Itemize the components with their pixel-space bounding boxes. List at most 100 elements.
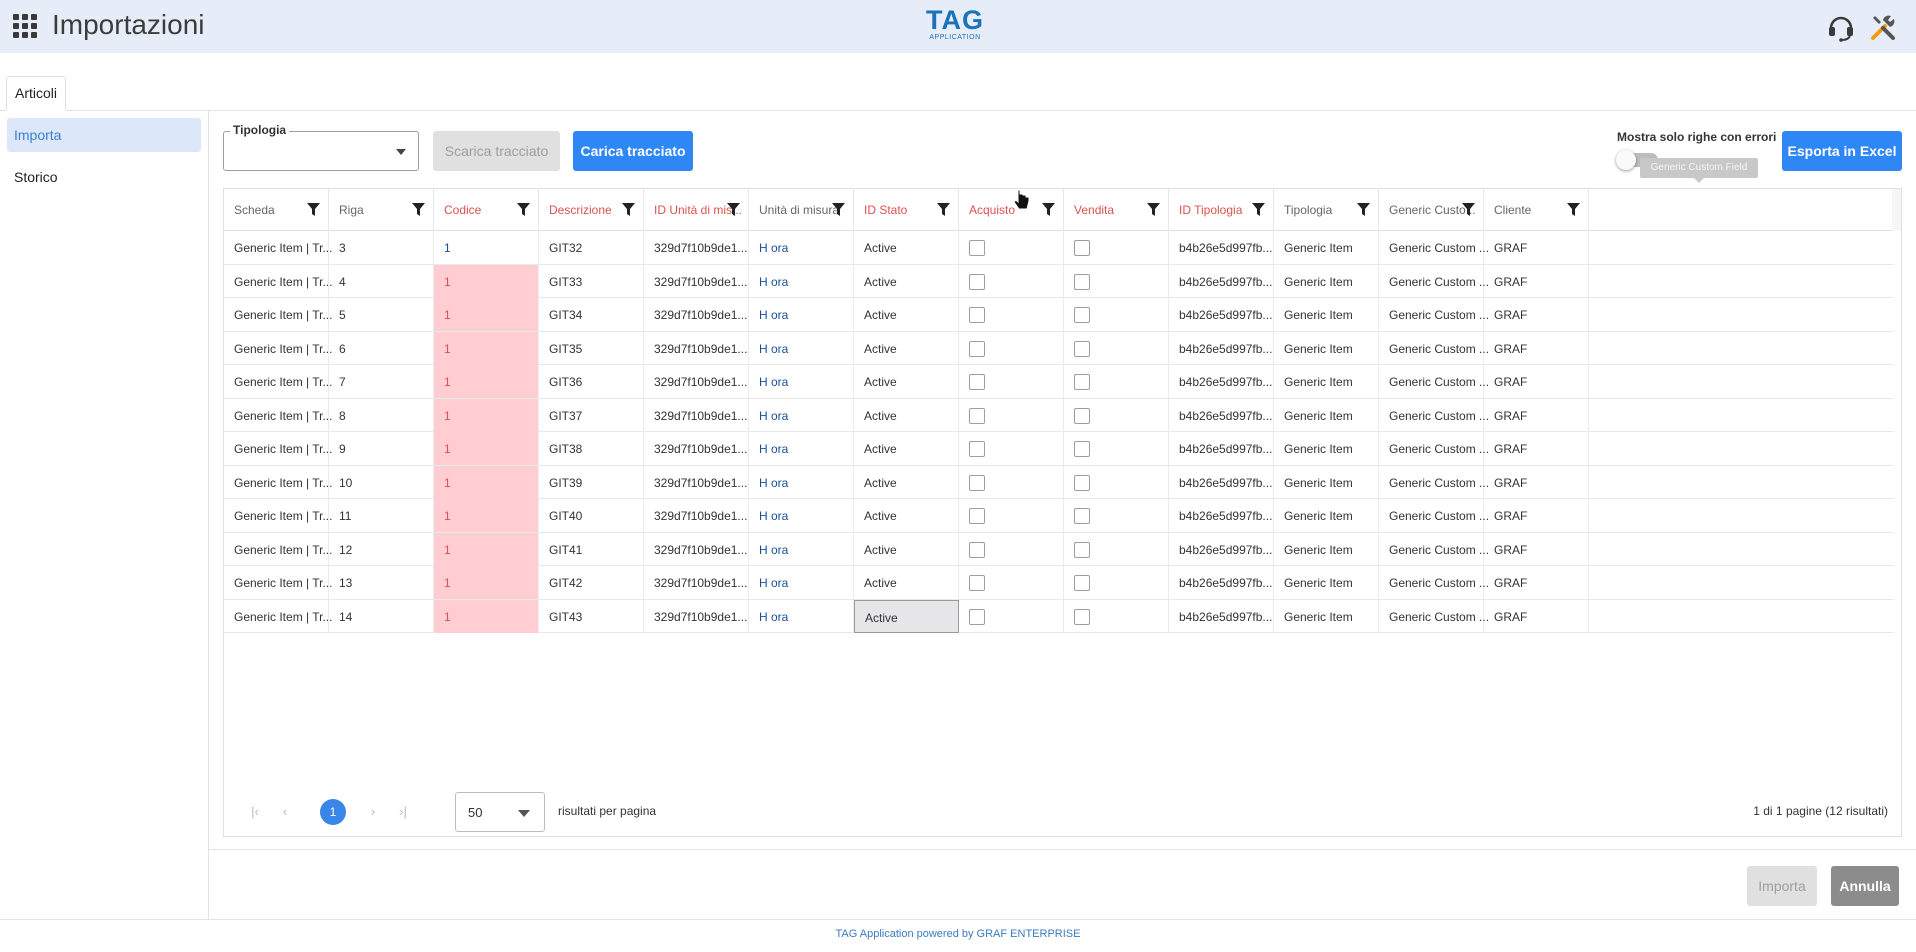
cell-descrizione[interactable]: GIT43 bbox=[539, 599, 644, 633]
cell-tipologia[interactable]: Generic Item bbox=[1274, 599, 1379, 633]
vendita-checkbox[interactable] bbox=[1074, 407, 1090, 424]
cell-codice[interactable]: 1 bbox=[434, 298, 539, 331]
cell-stato[interactable]: Active bbox=[854, 398, 959, 432]
cell-riga[interactable]: 12 bbox=[329, 532, 434, 566]
first-page-icon[interactable]: |‹ bbox=[245, 802, 265, 822]
column-header-descrizione[interactable]: Descrizione bbox=[539, 189, 644, 231]
filter-icon[interactable] bbox=[1147, 203, 1160, 217]
vendita-checkbox[interactable] bbox=[1074, 575, 1090, 591]
cell-vendita[interactable] bbox=[1064, 499, 1169, 532]
cell-id-tipologia[interactable]: b4b26e5d997fb... bbox=[1169, 231, 1274, 264]
cell-id-tipologia[interactable]: b4b26e5d997fb... bbox=[1169, 499, 1274, 532]
cell-generic-custom[interactable]: Generic Custom ... bbox=[1379, 432, 1489, 465]
cell-unita-misura[interactable]: H ora bbox=[749, 365, 854, 398]
cell-vendita[interactable] bbox=[1064, 264, 1169, 298]
vendita-checkbox[interactable] bbox=[1074, 307, 1090, 323]
filter-icon[interactable] bbox=[832, 203, 845, 217]
cell-descrizione[interactable]: GIT35 bbox=[539, 331, 644, 365]
acquisto-checkbox[interactable] bbox=[969, 340, 985, 357]
sidebar-item-storico[interactable]: Storico bbox=[7, 160, 201, 194]
cell-id-tipologia[interactable]: b4b26e5d997fb... bbox=[1169, 264, 1274, 298]
tools-icon[interactable] bbox=[1869, 12, 1899, 42]
cell-id-unita-misura[interactable]: 329d7f10b9de1... bbox=[644, 398, 749, 432]
cell-cliente[interactable]: GRAF bbox=[1484, 231, 1589, 264]
sidebar-item-importa[interactable]: Importa bbox=[7, 118, 201, 152]
cell-generic-custom[interactable]: Generic Custom ... bbox=[1379, 499, 1489, 532]
cell-unita-misura[interactable]: H ora bbox=[749, 231, 854, 264]
cell-vendita[interactable] bbox=[1064, 298, 1169, 331]
cell-scheda[interactable]: Generic Item | Tr... bbox=[224, 432, 332, 465]
tipologia-select[interactable]: Tipologia bbox=[223, 123, 419, 171]
cell-riga[interactable]: 9 bbox=[329, 432, 434, 465]
cell-cliente[interactable]: GRAF bbox=[1484, 432, 1589, 465]
cell-acquisto[interactable] bbox=[959, 298, 1064, 331]
cell-codice[interactable]: 1 bbox=[434, 432, 539, 465]
table-row[interactable]: Generic Item | Tr... 9 1 GIT38 329d7f10b9de1… bbox=[224, 432, 1894, 466]
cell-stato[interactable]: Active bbox=[854, 566, 959, 599]
cell-stato[interactable]: Active bbox=[854, 499, 959, 532]
cell-unita-misura[interactable]: H ora bbox=[749, 331, 854, 365]
cell-tipologia[interactable]: Generic Item bbox=[1274, 499, 1379, 532]
cell-descrizione[interactable]: GIT37 bbox=[539, 398, 644, 432]
cell-riga[interactable]: 11 bbox=[329, 499, 434, 532]
cell-scheda[interactable]: Generic Item | Tr... bbox=[224, 465, 332, 499]
cell-codice[interactable]: 1 bbox=[434, 532, 539, 566]
table-row[interactable]: Generic Item | Tr... 13 1 GIT42 329d7f10b9de… bbox=[224, 566, 1894, 600]
cell-acquisto[interactable] bbox=[959, 231, 1064, 264]
cell-vendita[interactable] bbox=[1064, 331, 1169, 365]
cell-generic-custom[interactable]: Generic Custom ... bbox=[1379, 532, 1489, 566]
cell-vendita[interactable] bbox=[1064, 365, 1169, 398]
cell-stato[interactable]: Active bbox=[854, 599, 959, 633]
cell-generic-custom[interactable]: Generic Custom ... bbox=[1379, 365, 1489, 398]
cell-vendita[interactable] bbox=[1064, 566, 1169, 599]
column-header-generic-custom[interactable]: Generic Custo... bbox=[1379, 189, 1484, 231]
cell-id-unita-misura[interactable]: 329d7f10b9de1... bbox=[644, 499, 749, 532]
cell-stato[interactable]: Active bbox=[854, 231, 959, 264]
acquisto-checkbox[interactable] bbox=[969, 508, 985, 524]
cell-vendita[interactable] bbox=[1064, 532, 1169, 566]
cell-id-tipologia[interactable]: b4b26e5d997fb... bbox=[1169, 532, 1274, 566]
cell-descrizione[interactable]: GIT38 bbox=[539, 432, 644, 465]
cell-unita-misura[interactable]: H ora bbox=[749, 566, 854, 599]
cell-unita-misura[interactable]: H ora bbox=[749, 432, 854, 465]
cell-riga[interactable]: 8 bbox=[329, 398, 434, 432]
filter-icon[interactable] bbox=[517, 203, 530, 217]
acquisto-checkbox[interactable] bbox=[969, 240, 985, 256]
acquisto-checkbox[interactable] bbox=[969, 374, 985, 390]
cell-descrizione[interactable]: GIT34 bbox=[539, 298, 644, 331]
upload-template-button[interactable]: Carica tracciato bbox=[573, 131, 693, 171]
vendita-checkbox[interactable] bbox=[1074, 474, 1090, 491]
cell-acquisto[interactable] bbox=[959, 365, 1064, 398]
cell-unita-misura[interactable]: H ora bbox=[749, 599, 854, 633]
cell-codice[interactable]: 1 bbox=[434, 398, 539, 432]
cell-codice[interactable]: 1 bbox=[434, 566, 539, 599]
cell-cliente[interactable]: GRAF bbox=[1484, 331, 1589, 365]
vendita-checkbox[interactable] bbox=[1074, 541, 1090, 558]
filter-icon[interactable] bbox=[1252, 203, 1265, 217]
acquisto-checkbox[interactable] bbox=[969, 541, 985, 558]
column-header-id-tipologia[interactable]: ID Tipologia bbox=[1169, 189, 1274, 231]
cell-descrizione[interactable]: GIT41 bbox=[539, 532, 644, 566]
cell-riga[interactable]: 14 bbox=[329, 599, 434, 633]
cell-stato[interactable]: Active bbox=[854, 264, 959, 298]
column-header-tipologia[interactable]: Tipologia bbox=[1274, 189, 1379, 231]
table-row[interactable]: Generic Item | Tr... 8 1 GIT37 329d7f10b9de1… bbox=[224, 398, 1894, 432]
cell-scheda[interactable]: Generic Item | Tr... bbox=[224, 331, 332, 365]
cell-id-tipologia[interactable]: b4b26e5d997fb... bbox=[1169, 398, 1274, 432]
cell-id-tipologia[interactable]: b4b26e5d997fb... bbox=[1169, 599, 1274, 633]
cell-id-tipologia[interactable]: b4b26e5d997fb... bbox=[1169, 365, 1274, 398]
cell-descrizione[interactable]: GIT39 bbox=[539, 465, 644, 499]
cell-cliente[interactable]: GRAF bbox=[1484, 566, 1589, 599]
cell-acquisto[interactable] bbox=[959, 499, 1064, 532]
acquisto-checkbox[interactable] bbox=[969, 307, 985, 323]
cell-generic-custom[interactable]: Generic Custom ... bbox=[1379, 298, 1489, 331]
export-excel-button[interactable]: Esporta in Excel bbox=[1782, 131, 1902, 171]
cell-codice[interactable]: 1 bbox=[434, 599, 539, 633]
cell-stato[interactable]: Active bbox=[854, 432, 959, 465]
cell-stato[interactable]: Active bbox=[854, 532, 959, 566]
filter-icon[interactable] bbox=[1462, 203, 1475, 217]
column-header-stato[interactable]: ID Stato bbox=[854, 189, 959, 231]
cell-acquisto[interactable] bbox=[959, 398, 1064, 432]
cell-codice[interactable]: 1 bbox=[434, 264, 539, 298]
cell-id-unita-misura[interactable]: 329d7f10b9de1... bbox=[644, 465, 749, 499]
